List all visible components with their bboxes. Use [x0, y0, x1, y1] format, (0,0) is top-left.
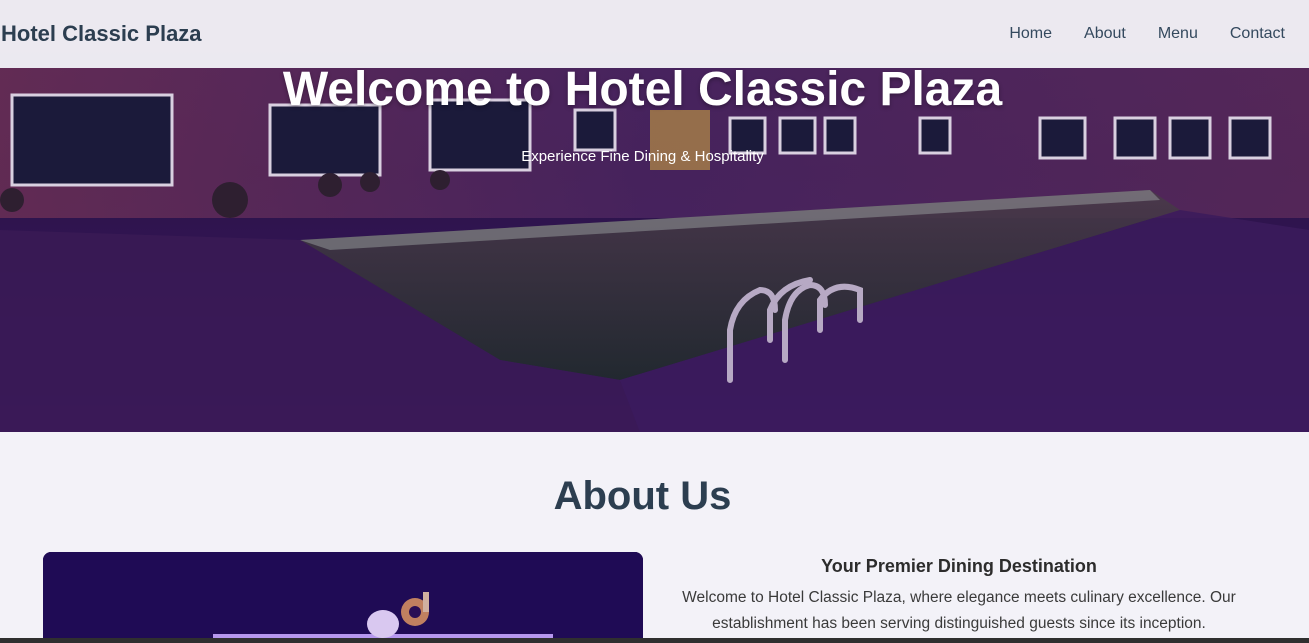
nav-link-menu[interactable]: Menu: [1158, 25, 1198, 43]
navbar: Hotel Classic Plaza Home About Menu Cont…: [0, 0, 1309, 68]
brand-logo[interactable]: Hotel Classic Plaza: [0, 21, 202, 47]
dining-image: [43, 552, 643, 643]
nav-link-about[interactable]: About: [1084, 25, 1126, 43]
scrollbar-track[interactable]: [0, 638, 1309, 643]
nav-link-contact[interactable]: Contact: [1230, 25, 1285, 43]
nav-link-home[interactable]: Home: [1009, 25, 1052, 43]
about-paragraph: Welcome to Hotel Classic Plaza, where el…: [682, 589, 1236, 632]
about-image: [43, 552, 643, 643]
page: Welcome to Hotel Classic Plaza Experienc…: [0, 0, 1309, 643]
about-heading: Your Premier Dining Destination: [821, 556, 1097, 576]
nav-links: Home About Menu Contact: [1009, 25, 1285, 43]
hero-subtitle: Experience Fine Dining & Hospitality: [521, 148, 764, 165]
about-title: About Us: [553, 474, 732, 518]
about-text: Your Premier Dining Destination Welcome …: [660, 556, 1258, 637]
hero-title: Welcome to Hotel Classic Plaza: [282, 63, 1003, 116]
